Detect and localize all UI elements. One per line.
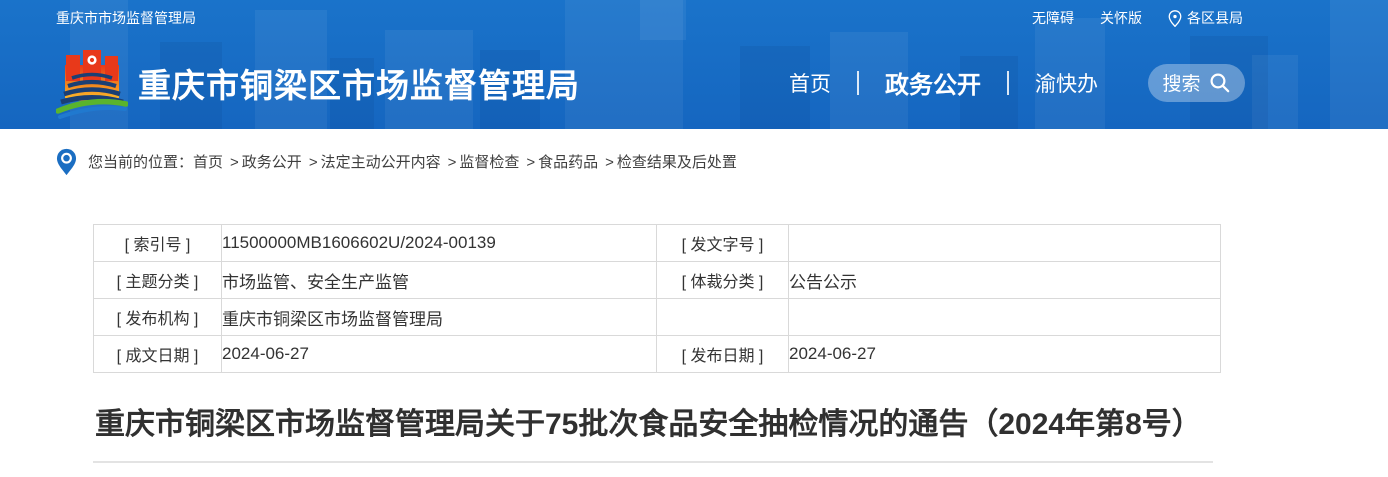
meta-table-row: [ 主题分类 ]市场监管、安全生产监管[ 体裁分类 ]公告公示 bbox=[94, 262, 1221, 299]
breadcrumb-link[interactable]: 法定主动公开内容 bbox=[321, 154, 441, 171]
meta-value-cell: 11500000MB1606602U/2024-00139 bbox=[222, 225, 657, 262]
breadcrumb-link[interactable]: 监督检查 bbox=[459, 154, 519, 171]
breadcrumb-separator: > bbox=[448, 154, 457, 171]
district-bureaus-label: 各区县局 bbox=[1187, 8, 1243, 28]
document-meta-table: [ 索引号 ]11500000MB1606602U/2024-00139[ 发文… bbox=[93, 224, 1221, 373]
meta-label-cell: [ 索引号 ] bbox=[94, 225, 222, 262]
breadcrumb-separator: > bbox=[605, 154, 614, 171]
masthead: 重庆市铜梁区市场监督管理局 首页 政务公开 渝快办 搜索 bbox=[0, 36, 1388, 129]
agency-logo[interactable] bbox=[56, 47, 128, 119]
breadcrumb-link[interactable]: 食品药品 bbox=[538, 154, 598, 171]
meta-table-row: [ 成文日期 ]2024-06-27[ 发布日期 ]2024-06-27 bbox=[94, 336, 1221, 373]
nav-home[interactable]: 首页 bbox=[789, 68, 831, 98]
breadcrumb: 您当前的位置：首页>政务公开>法定主动公开内容>监督检查>食品药品>检查结果及后… bbox=[0, 129, 1388, 180]
breadcrumb-separator: > bbox=[526, 154, 535, 171]
meta-label-cell bbox=[657, 299, 789, 336]
meta-value-cell: 2024-06-27 bbox=[222, 336, 657, 373]
meta-label-cell: [ 成文日期 ] bbox=[94, 336, 222, 373]
main-nav: 首页 政务公开 渝快办 搜索 bbox=[789, 64, 1245, 102]
breadcrumb-trail: 您当前的位置：首页>政务公开>法定主动公开内容>监督检查>食品药品>检查结果及后… bbox=[88, 151, 737, 172]
accessibility-link[interactable]: 无障碍 bbox=[1032, 8, 1074, 28]
search-button[interactable]: 搜索 bbox=[1148, 64, 1245, 102]
topbar-quick-links: 无障碍 关怀版 各区县局 bbox=[1032, 8, 1243, 28]
parent-site-link[interactable]: 重庆市市场监督管理局 bbox=[56, 8, 196, 28]
content-area: [ 索引号 ]11500000MB1606602U/2024-00139[ 发文… bbox=[93, 224, 1220, 463]
meta-label-cell: [ 体裁分类 ] bbox=[657, 262, 789, 299]
meta-label-cell: [ 发文字号 ] bbox=[657, 225, 789, 262]
meta-value-cell bbox=[789, 225, 1221, 262]
breadcrumb-link[interactable]: 政务公开 bbox=[242, 154, 302, 171]
nav-divider bbox=[1007, 71, 1009, 95]
meta-label-cell: [ 发布机构 ] bbox=[94, 299, 222, 336]
search-button-label: 搜索 bbox=[1162, 69, 1200, 96]
meta-value-cell bbox=[789, 299, 1221, 336]
meta-value-cell: 公告公示 bbox=[789, 262, 1221, 299]
care-version-link[interactable]: 关怀版 bbox=[1100, 8, 1142, 28]
meta-value-cell: 市场监管、安全生产监管 bbox=[222, 262, 657, 299]
nav-divider bbox=[857, 71, 859, 95]
title-divider bbox=[93, 461, 1213, 463]
nav-government-affairs[interactable]: 政务公开 bbox=[885, 65, 981, 100]
site-title[interactable]: 重庆市铜梁区市场监督管理局 bbox=[138, 59, 580, 107]
meta-table-row: [ 索引号 ]11500000MB1606602U/2024-00139[ 发文… bbox=[94, 225, 1221, 262]
meta-label-cell: [ 发布日期 ] bbox=[657, 336, 789, 373]
article-title: 重庆市铜梁区市场监督管理局关于75批次食品安全抽检情况的通告（2024年第8号） bbox=[95, 402, 1220, 448]
search-icon bbox=[1209, 72, 1231, 94]
breadcrumb-separator: > bbox=[309, 154, 318, 171]
meta-value-cell: 重庆市铜梁区市场监督管理局 bbox=[222, 299, 657, 336]
breadcrumb-separator: > bbox=[230, 154, 239, 171]
breadcrumb-link[interactable]: 检查结果及后处置 bbox=[617, 154, 737, 171]
topbar: 重庆市市场监督管理局 无障碍 关怀版 各区县局 bbox=[0, 0, 1388, 36]
location-marker-icon bbox=[56, 148, 77, 176]
district-bureaus-link[interactable]: 各区县局 bbox=[1168, 8, 1243, 28]
nav-yukuaiban[interactable]: 渝快办 bbox=[1035, 68, 1098, 98]
breadcrumb-link[interactable]: 首页 bbox=[193, 154, 223, 171]
meta-value-cell: 2024-06-27 bbox=[789, 336, 1221, 373]
meta-label-cell: [ 主题分类 ] bbox=[94, 262, 222, 299]
meta-table-row: [ 发布机构 ]重庆市铜梁区市场监督管理局 bbox=[94, 299, 1221, 336]
breadcrumb-prefix: 您当前的位置： bbox=[88, 154, 193, 171]
location-pin-icon bbox=[1168, 10, 1182, 27]
site-header: 重庆市市场监督管理局 无障碍 关怀版 各区县局 bbox=[0, 0, 1388, 129]
